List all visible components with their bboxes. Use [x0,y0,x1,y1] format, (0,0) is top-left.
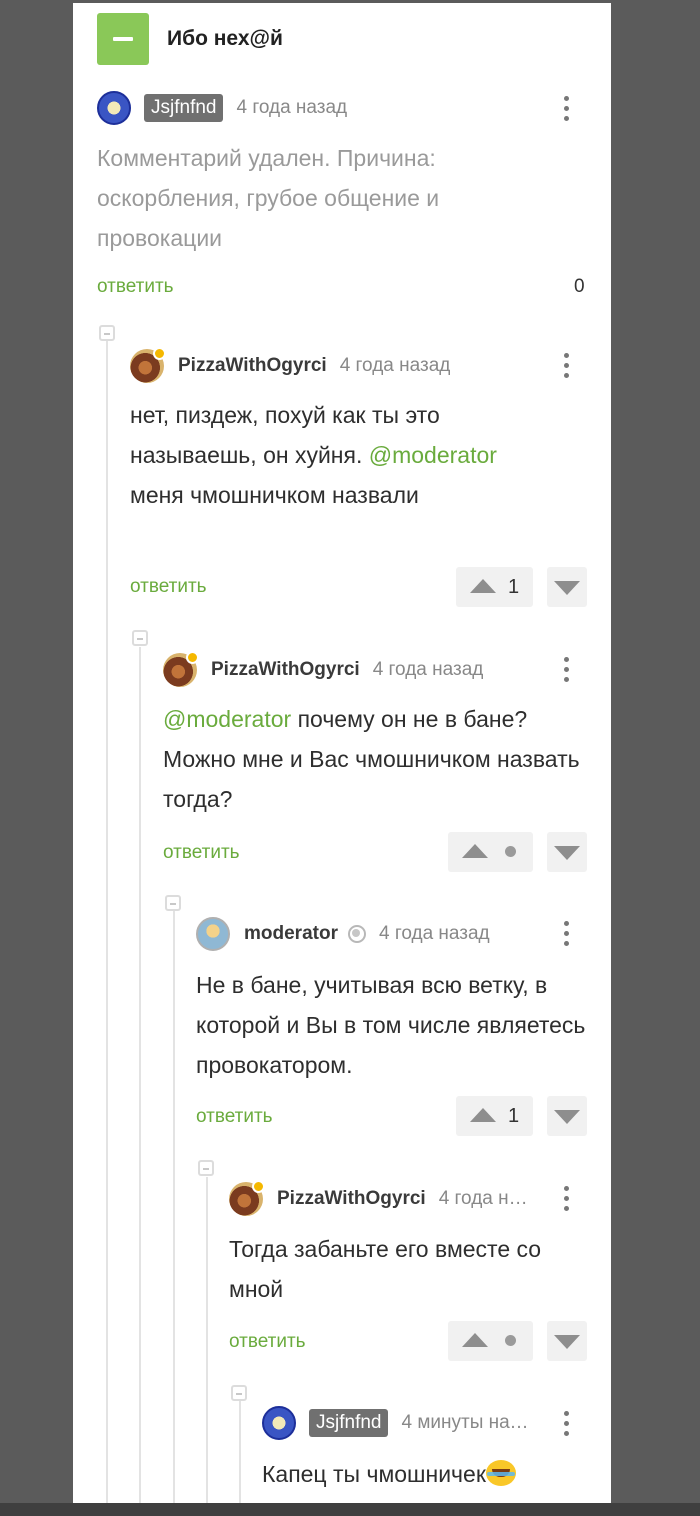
comment-text: Комментарий удален. Причина: оскорбления… [97,145,440,251]
comment-text: @moderator почему он не в бане? Можно мн… [163,699,593,819]
comment-header: Jsjfnfnd 4 года назад [97,91,347,125]
avatar[interactable] [196,917,230,951]
online-indicator [186,651,199,664]
bottom-bar [0,1503,700,1516]
online-indicator [252,1180,265,1193]
zero-rating-dot [505,846,516,857]
username[interactable]: Jsjfnfnd [144,94,224,122]
thread-line [239,1401,241,1503]
avatar[interactable] [262,1406,296,1440]
online-indicator [153,347,166,360]
comment-header: Jsjfnfnd 4 минуты назад [262,1406,531,1440]
comment-text: Тогда забаньте его вместе со мной [229,1236,542,1302]
arrow-up-icon [470,1108,496,1122]
comment-header: PizzaWithOgyrci 4 года назад [130,347,451,383]
moderator-badge-icon [347,925,366,943]
collapse-toggle-icon[interactable] [165,895,181,911]
downvote-button[interactable] [547,1096,587,1136]
comment-text: Не в бане, учитывая всю ветку, в которой… [196,972,586,1078]
comment-score: 0 [574,276,585,297]
downvote-button[interactable] [547,567,587,607]
avatar[interactable] [97,91,131,125]
username[interactable]: moderator [244,923,338,945]
joy-emoji-icon [485,1460,516,1486]
thread-line [206,1177,208,1503]
avatar[interactable] [229,1180,265,1216]
arrow-down-icon [554,581,580,595]
upvote-button[interactable] [448,832,533,872]
collapse-toggle-icon[interactable] [231,1385,247,1401]
timestamp[interactable]: 4 года назад [236,97,347,119]
comment-header: moderator 4 года назад [196,917,490,951]
collapse-toggle-icon[interactable] [198,1160,214,1176]
arrow-down-icon [554,846,580,860]
thread-line [173,911,175,1503]
collapse-toggle-icon[interactable] [99,325,115,341]
downvote-button[interactable] [547,1321,587,1361]
arrow-up-icon [470,579,496,593]
reply-link[interactable]: ответить [163,842,240,864]
upvote-button[interactable]: 1 [456,567,533,607]
thread-line [139,647,141,1503]
arrow-down-icon [554,1110,580,1124]
timestamp[interactable]: 4 минуты назад [401,1412,531,1434]
timestamp[interactable]: 4 года назад [373,659,484,681]
comments-panel: Ибо нех@й Jsjfnfnd 4 года назад Коммента… [73,3,611,1503]
mention-link[interactable]: @moderator [369,442,497,468]
collapse-toggle-icon[interactable] [132,630,148,646]
mention-link[interactable]: @moderator [163,706,291,732]
more-options-icon[interactable] [556,919,576,949]
comment-header: PizzaWithOgyrci 4 года назад [163,651,484,687]
username[interactable]: PizzaWithOgyrci [277,1188,426,1210]
upvote-button[interactable]: 1 [456,1096,533,1136]
reply-link[interactable]: ответить [97,276,174,298]
more-options-icon[interactable] [556,351,576,381]
comment-header: PizzaWithOgyrci 4 года назад [229,1180,537,1216]
vote-controls [448,832,587,872]
timestamp[interactable]: 4 года назад [379,923,490,945]
reply-link[interactable]: ответить [130,576,207,598]
rating-count: 1 [508,1105,520,1127]
vote-controls: 1 [456,567,587,607]
avatar[interactable] [163,651,199,687]
post-title: Ибо нех@й [167,27,283,50]
upvote-button[interactable] [448,1321,533,1361]
more-options-icon[interactable] [556,1184,576,1214]
arrow-down-icon [554,1335,580,1349]
comment-text-part: меня чмошничком назвали [130,482,419,508]
comment-text: Капец ты чмошничек [262,1454,592,1494]
avatar[interactable] [130,347,166,383]
vote-controls: 1 [456,1096,587,1136]
zero-rating-dot [505,1335,516,1346]
thread-line [106,341,108,1503]
username[interactable]: PizzaWithOgyrci [178,355,327,377]
timestamp[interactable]: 4 года назад [340,355,451,377]
thread-header: Ибо нех@й [97,13,283,65]
vote-controls [448,1321,587,1361]
rating-count: 1 [508,576,520,598]
username[interactable]: Jsjfnfnd [309,1409,389,1437]
more-options-icon[interactable] [556,655,576,685]
reply-link[interactable]: ответить [229,1331,306,1353]
username[interactable]: PizzaWithOgyrci [211,659,360,681]
arrow-up-icon [462,1333,488,1347]
reply-link[interactable]: ответить [196,1106,273,1128]
comment-text-part: Капец ты чмошничек [262,1461,486,1487]
arrow-up-icon [462,844,488,858]
timestamp[interactable]: 4 года назад [439,1188,537,1210]
more-options-icon[interactable] [556,1409,576,1439]
downvote-button[interactable] [547,832,587,872]
comment-text: нет, пиздеж, похуй как ты это называешь,… [130,395,540,515]
collapse-thread-button[interactable] [97,13,149,65]
more-options-icon[interactable] [556,94,576,124]
